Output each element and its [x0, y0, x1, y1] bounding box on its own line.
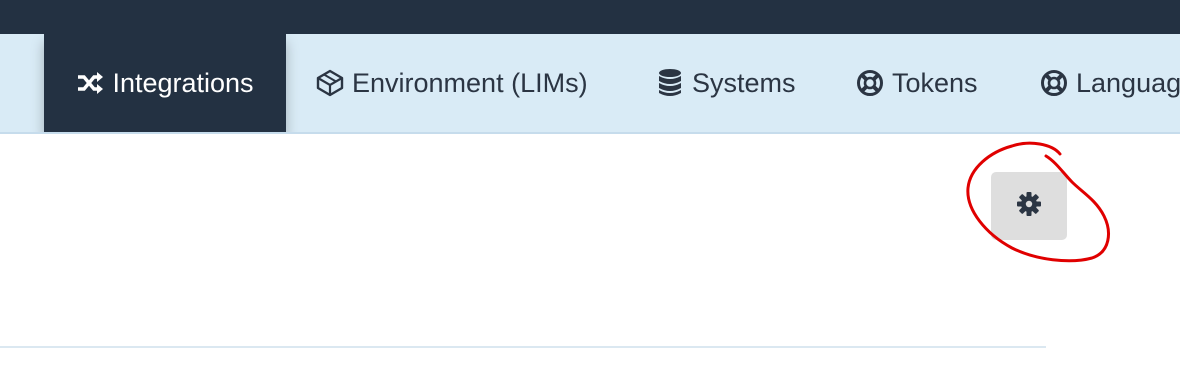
tab-bar: Integrations Environment (LIMs) Systems	[0, 34, 1180, 134]
tab-label: Tokens	[892, 67, 978, 98]
database-icon	[656, 69, 684, 97]
tab-systems[interactable]: Systems	[656, 34, 796, 132]
content-divider	[0, 346, 1046, 348]
cube-icon	[316, 69, 344, 97]
tab-tokens[interactable]: Tokens	[856, 34, 978, 132]
tab-label: Systems	[692, 67, 796, 98]
tab-environment[interactable]: Environment (LIMs)	[316, 34, 588, 132]
tab-languages[interactable]: Languag	[1040, 34, 1180, 132]
shuffle-icon	[76, 69, 104, 97]
tab-label: Environment (LIMs)	[352, 67, 588, 98]
tab-label: Integrations	[112, 67, 254, 98]
lifebuoy-icon	[856, 69, 884, 97]
gear-icon	[1016, 191, 1042, 222]
settings-button[interactable]	[991, 172, 1067, 240]
tab-label: Languag	[1076, 67, 1180, 98]
lifebuoy-icon	[1040, 69, 1068, 97]
top-bar	[0, 0, 1180, 34]
tab-integrations[interactable]: Integrations	[44, 34, 286, 132]
